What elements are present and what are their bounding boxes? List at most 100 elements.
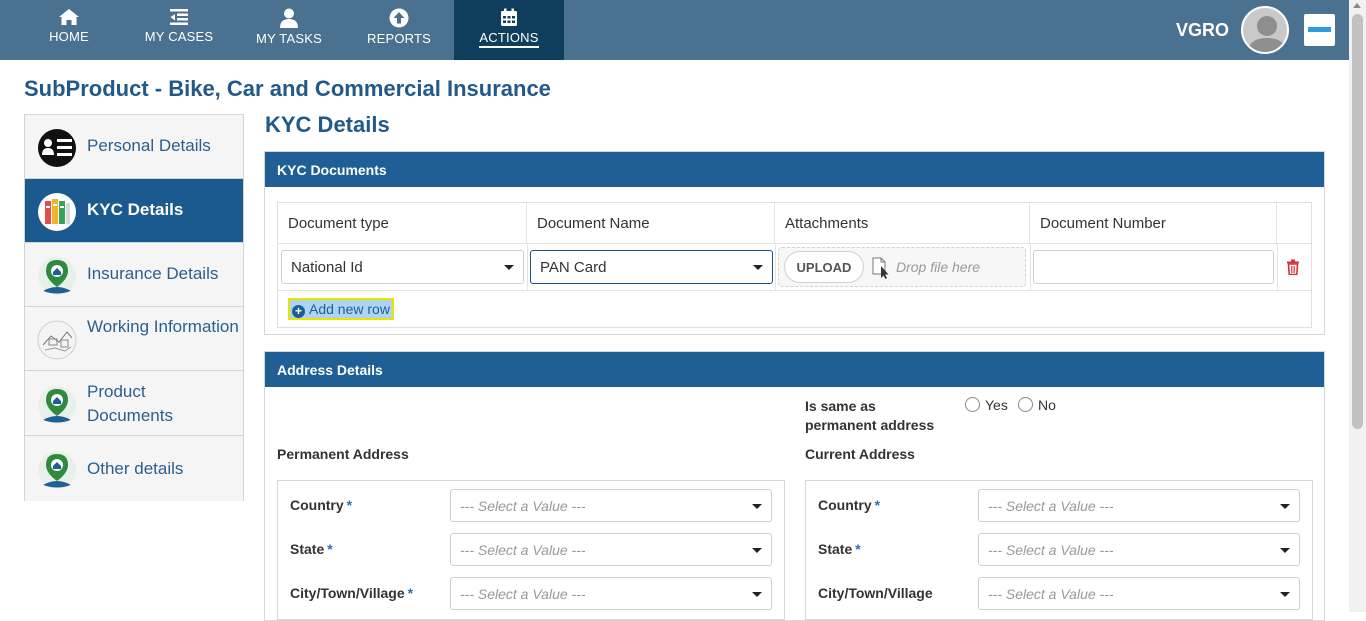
- file-drop-icon: [872, 257, 889, 279]
- divider: [278, 243, 1311, 244]
- document-type-value: National Id: [291, 259, 363, 276]
- nav-home[interactable]: HOME: [14, 0, 124, 60]
- chevron-down-icon: [1280, 548, 1290, 553]
- nav-my-tasks-label: MY TASKS: [256, 31, 322, 46]
- divider: [527, 243, 528, 290]
- user-name: VGRO: [1176, 20, 1230, 40]
- list-icon: [170, 9, 188, 25]
- divider: [775, 243, 776, 290]
- sidebar-item-kyc-details[interactable]: KYC Details: [25, 179, 243, 243]
- current-state-select[interactable]: --- Select a Value ---: [978, 533, 1300, 566]
- state-label: State *: [290, 541, 333, 557]
- no-radio[interactable]: [1018, 397, 1033, 412]
- city-label: City/Town/Village: [818, 585, 933, 601]
- divider: [1030, 243, 1031, 290]
- page-title: SubProduct - Bike, Car and Commercial In…: [24, 76, 551, 101]
- brand-logo: [1304, 14, 1335, 46]
- column-header: Document Name: [527, 203, 775, 243]
- yes-radio[interactable]: [965, 397, 980, 412]
- current-city-select[interactable]: --- Select a Value ---: [978, 577, 1300, 610]
- chevron-down-icon: [752, 504, 762, 509]
- kyc-documents-table: Document type Document Name Attachments …: [277, 202, 1312, 328]
- divider: [278, 290, 1311, 291]
- sidebar-item-label: Personal Details: [87, 136, 211, 155]
- sidebar-item-personal-details[interactable]: Personal Details: [25, 115, 243, 179]
- divider: [1277, 243, 1278, 290]
- document-name-select[interactable]: PAN Card: [530, 250, 773, 284]
- sidebar-item-label: Working Information: [87, 317, 239, 336]
- vertical-scrollbar[interactable]: [1349, 0, 1366, 612]
- upload-button[interactable]: UPLOAD: [784, 251, 864, 283]
- sidebar-item-label: KYC Details: [87, 200, 184, 219]
- column-header: Document type: [278, 203, 527, 243]
- drop-file-text: Drop file here: [896, 259, 981, 275]
- state-label: State *: [818, 541, 861, 557]
- avatar[interactable]: [1241, 6, 1289, 54]
- document-name-value: PAN Card: [540, 259, 607, 276]
- sidebar-item-product-documents[interactable]: Product Documents: [25, 372, 243, 436]
- yes-radio-label: Yes: [985, 397, 1008, 413]
- add-new-row-button[interactable]: + Add new row: [288, 298, 394, 320]
- scroll-up-arrow-icon[interactable]: [1353, 3, 1361, 8]
- document-type-select[interactable]: National Id: [281, 250, 524, 284]
- plus-circle-icon: +: [292, 305, 305, 318]
- permanent-city-select[interactable]: --- Select a Value ---: [450, 577, 772, 610]
- upload-circle-icon: [389, 8, 409, 28]
- no-radio-label: No: [1038, 397, 1056, 413]
- sidebar-item-working-information[interactable]: Working Information: [25, 307, 243, 371]
- current-address-box: Country * --- Select a Value --- State * -…: [805, 480, 1313, 620]
- sidebar-item-insurance-details[interactable]: Insurance Details: [25, 243, 243, 307]
- sidebar: Personal Details KYC Details Insurance D…: [24, 114, 244, 501]
- chevron-down-icon: [753, 265, 763, 270]
- top-navigation-bar: HOME MY CASES MY TASKS REPORTS ACTIONS V…: [0, 0, 1366, 60]
- current-address-title: Current Address: [805, 446, 915, 462]
- nav-actions[interactable]: ACTIONS: [454, 0, 564, 60]
- document-number-input[interactable]: [1033, 250, 1274, 284]
- kyc-documents-panel: KYC Documents Document type Document Nam…: [264, 151, 1325, 335]
- location-pin-icon: [37, 450, 77, 490]
- chevron-down-icon: [752, 592, 762, 597]
- sidebar-item-label: Product Documents: [87, 382, 173, 425]
- home-icon: [59, 9, 79, 25]
- sidebar-item-other-details[interactable]: Other details: [25, 437, 243, 501]
- nav-reports-label: REPORTS: [366, 31, 431, 46]
- chevron-down-icon: [1280, 504, 1290, 509]
- binders-icon: [37, 192, 77, 232]
- location-pin-icon: [37, 385, 77, 425]
- country-label: Country *: [290, 497, 353, 513]
- nav-my-cases[interactable]: MY CASES: [124, 0, 234, 60]
- calendar-icon: [501, 8, 517, 26]
- nav-home-label: HOME: [49, 29, 89, 44]
- panel-header: Address Details: [265, 352, 1324, 387]
- city-label: City/Town/Village *: [290, 585, 414, 601]
- column-header: Document Number: [1030, 203, 1277, 243]
- file-drop-zone[interactable]: UPLOAD Drop file here: [778, 247, 1026, 287]
- panel-header: KYC Documents: [265, 152, 1324, 187]
- chevron-down-icon: [504, 265, 514, 270]
- nav-my-cases-label: MY CASES: [144, 29, 214, 44]
- permanent-address-box: Country * --- Select a Value --- State * -…: [277, 480, 785, 620]
- id-card-icon: [37, 128, 77, 168]
- permanent-state-select[interactable]: --- Select a Value ---: [450, 533, 772, 566]
- chevron-down-icon: [1280, 592, 1290, 597]
- location-pin-icon: [37, 256, 77, 296]
- column-header: Attachments: [775, 203, 1030, 243]
- current-country-select[interactable]: --- Select a Value ---: [978, 489, 1300, 522]
- sketch-map-icon: [37, 320, 77, 360]
- same-as-permanent-label: Is same as permanent address: [805, 398, 935, 433]
- trash-icon[interactable]: [1286, 259, 1300, 275]
- add-new-row-label: Add new row: [309, 301, 390, 317]
- chevron-down-icon: [752, 548, 762, 553]
- country-label: Country *: [818, 497, 881, 513]
- scrollbar-thumb[interactable]: [1352, 14, 1363, 429]
- permanent-country-select[interactable]: --- Select a Value ---: [450, 489, 772, 522]
- address-details-panel: Address Details Is same as permanent add…: [264, 351, 1325, 621]
- nav-actions-label: ACTIONS: [479, 30, 539, 48]
- sidebar-item-label: Other details: [87, 459, 184, 478]
- nav-reports[interactable]: REPORTS: [344, 0, 454, 60]
- nav-my-tasks[interactable]: MY TASKS: [234, 0, 344, 60]
- person-icon: [280, 8, 298, 28]
- sidebar-item-label: Insurance Details: [87, 264, 219, 283]
- permanent-address-title: Permanent Address: [277, 446, 409, 462]
- section-title: KYC Details: [265, 112, 390, 137]
